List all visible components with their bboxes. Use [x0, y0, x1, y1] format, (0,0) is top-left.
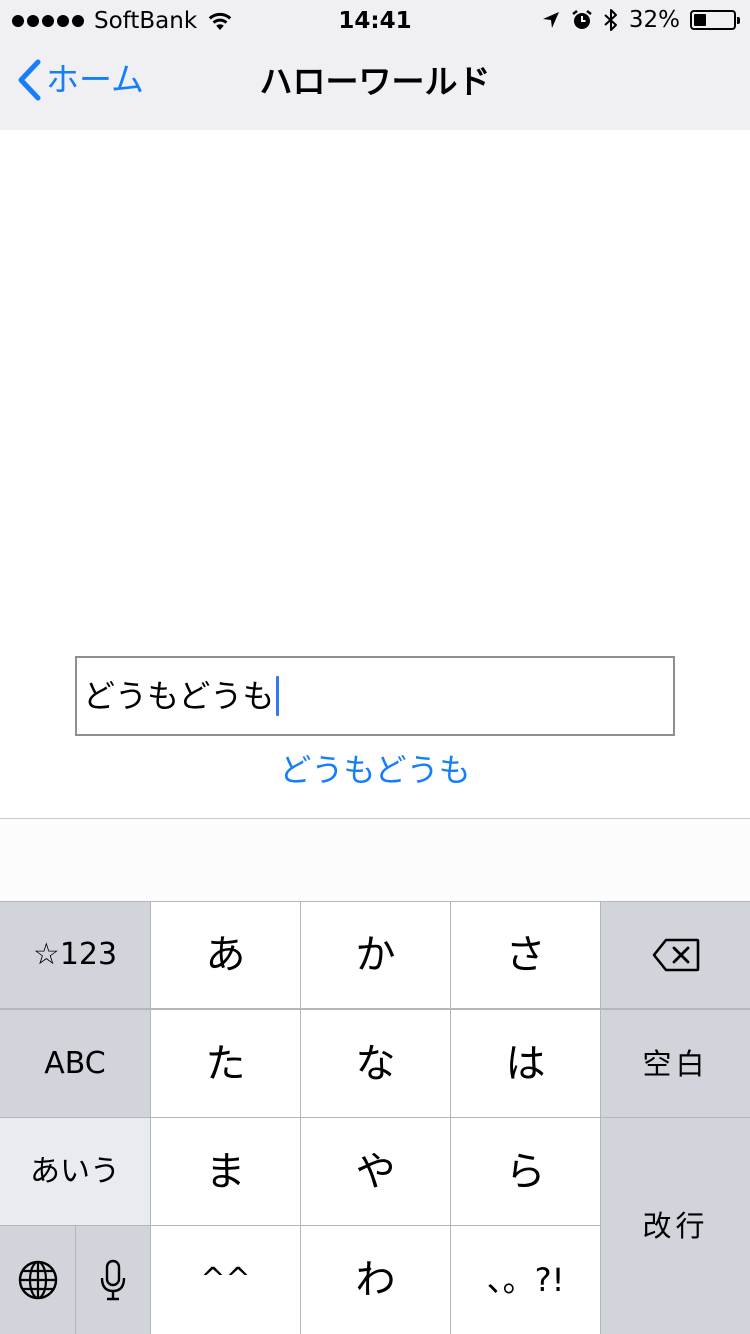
key-wa[interactable]: わ: [301, 1226, 450, 1334]
key-sa[interactable]: さ: [451, 902, 600, 1008]
key-wa-label: わ: [355, 1257, 396, 1303]
kana-mode-key[interactable]: あいう: [0, 1118, 150, 1225]
return-key[interactable]: 改行: [601, 1118, 750, 1334]
microphone-icon: [100, 1259, 126, 1301]
key-ya[interactable]: や: [301, 1118, 450, 1225]
key-ma[interactable]: ま: [151, 1118, 300, 1225]
text-cursor: [276, 676, 280, 716]
key-ta-label: た: [205, 1040, 246, 1087]
navigation-bar: ホーム ハローワールド: [0, 40, 750, 130]
bluetooth-icon: [604, 9, 617, 31]
symbols-key[interactable]: ☆123: [0, 902, 150, 1008]
key-ma-label: ま: [205, 1148, 246, 1195]
key-ka[interactable]: か: [301, 902, 450, 1008]
key-ra[interactable]: ら: [451, 1118, 600, 1225]
keyboard: ☆123 あ か さ ABC た な は 空白 あいう ま や ら 改行 ^^ …: [0, 901, 750, 1334]
key-ka-label: か: [355, 932, 396, 978]
top-bar: SoftBank 14:41 32% ホーム ハローワールド: [0, 0, 750, 130]
punctuation-key-label: 、。?!: [486, 1261, 565, 1299]
microphone-key[interactable]: [76, 1226, 150, 1334]
abc-key-label: ABC: [44, 1045, 106, 1081]
page-title: ハローワールド: [259, 62, 491, 101]
delete-key[interactable]: [601, 902, 750, 1008]
space-key-label: 空白: [642, 1046, 709, 1081]
return-key-label: 改行: [642, 1209, 709, 1243]
key-ya-label: や: [355, 1148, 396, 1195]
text-input-value: どうもどうも: [83, 677, 275, 715]
status-bar: SoftBank 14:41 32%: [0, 0, 750, 40]
key-a[interactable]: あ: [151, 902, 300, 1008]
key-a-label: あ: [205, 932, 246, 978]
key-ha[interactable]: は: [451, 1010, 600, 1117]
alarm-clock-icon: [572, 10, 592, 29]
key-ra-label: ら: [505, 1148, 546, 1195]
key-sa-label: さ: [505, 932, 546, 978]
space-key[interactable]: 空白: [601, 1010, 750, 1117]
abc-key[interactable]: ABC: [0, 1010, 150, 1117]
status-right: 32%: [541, 6, 740, 34]
battery-percent: 32%: [628, 7, 680, 33]
delete-icon: [652, 938, 699, 972]
kana-mode-key-label: あいう: [30, 1153, 120, 1189]
key-ta[interactable]: た: [151, 1010, 300, 1117]
symbols-key-label: ☆123: [32, 937, 118, 972]
mirror-label: どうもどうも: [279, 751, 471, 789]
punctuation-key[interactable]: 、。?!: [451, 1226, 600, 1334]
location-arrow-icon: [542, 12, 559, 28]
battery-icon: [690, 10, 740, 30]
battery-level: [694, 14, 706, 26]
key-na-label: な: [355, 1040, 396, 1087]
emoticon-key-label: ^^: [200, 1262, 251, 1297]
text-input[interactable]: どうもどうも: [75, 656, 675, 736]
emoticon-key[interactable]: ^^: [151, 1226, 300, 1334]
globe-icon: [18, 1260, 57, 1300]
key-ha-label: は: [505, 1040, 546, 1087]
suggestion-bar: [0, 818, 750, 901]
globe-key[interactable]: [0, 1226, 75, 1334]
key-na[interactable]: な: [301, 1010, 450, 1117]
